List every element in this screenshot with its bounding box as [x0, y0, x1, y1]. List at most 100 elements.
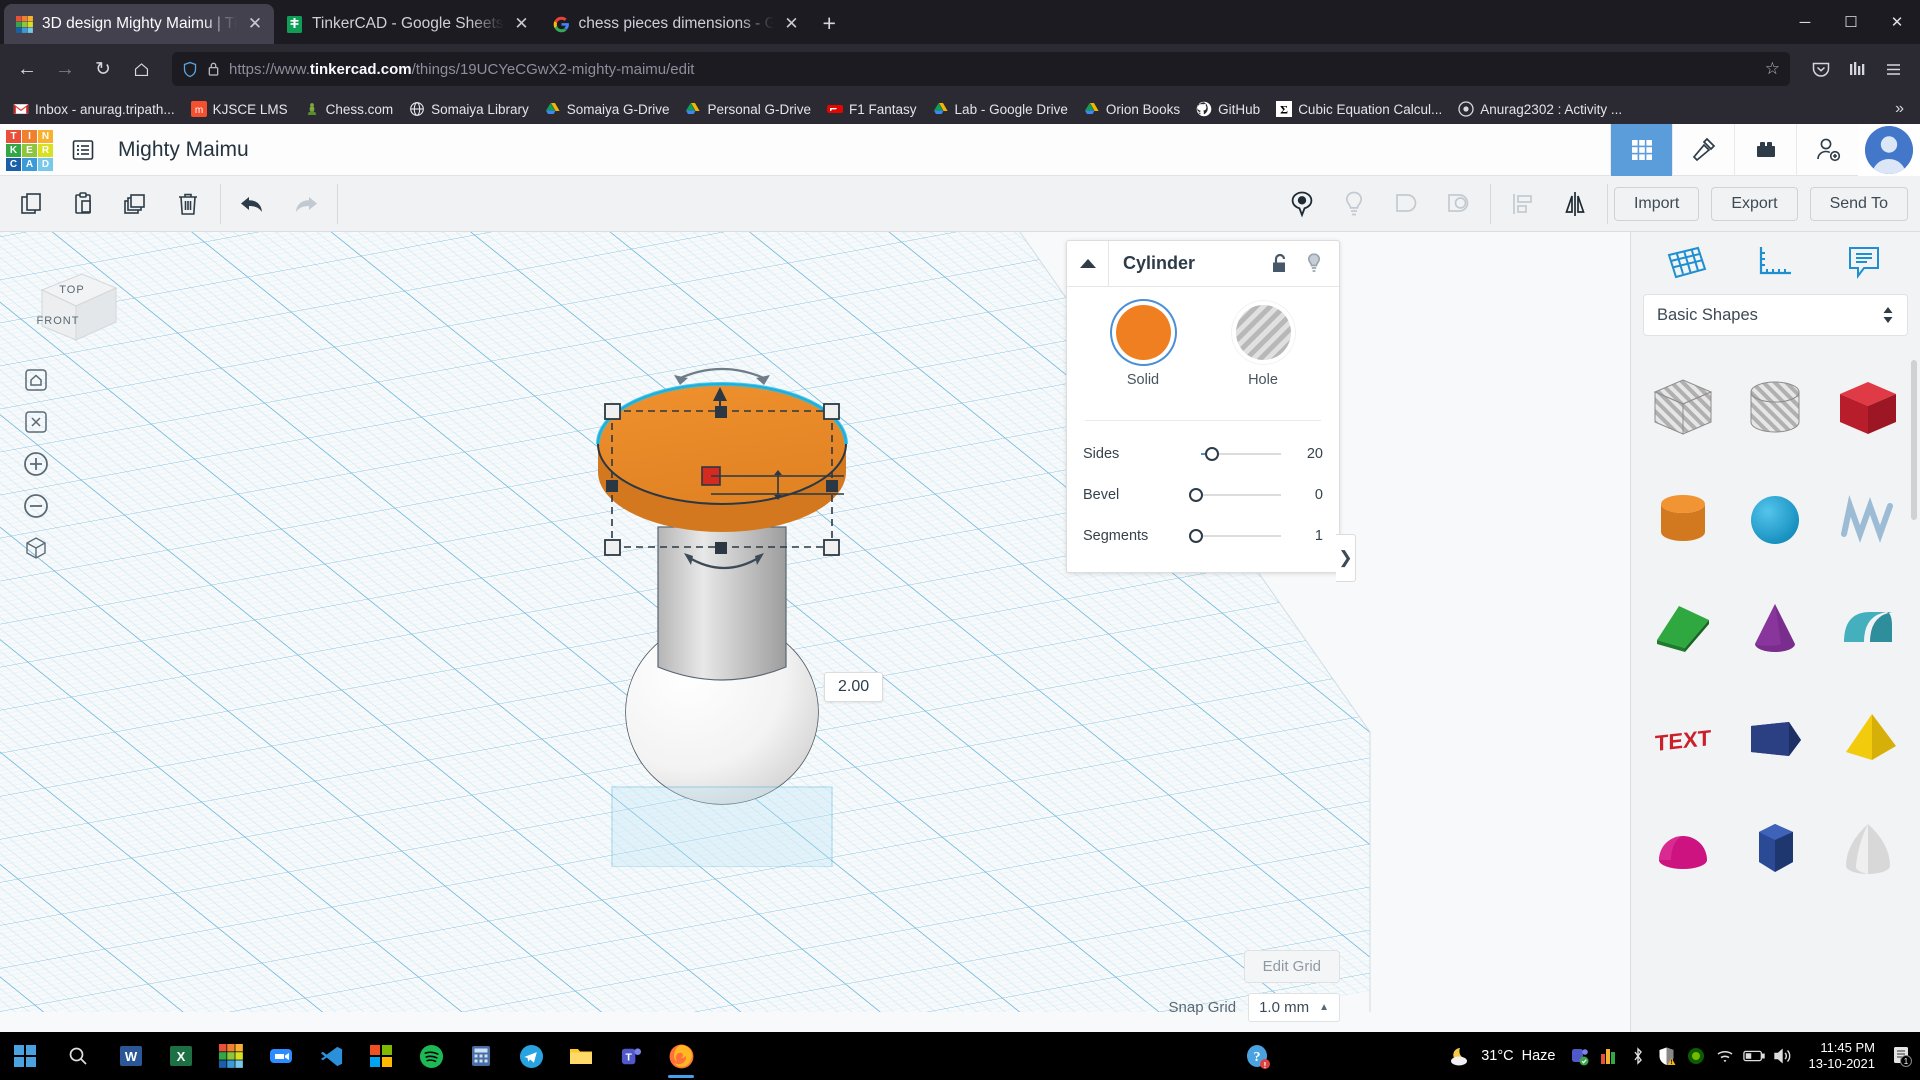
shapes-grid-icon[interactable] [1656, 238, 1718, 288]
3d-viewport[interactable]: TOP FRONT 2.00 Cylinder Solid Hole Sides… [0, 232, 1630, 1032]
notifications-icon[interactable]: 1 [1890, 1045, 1912, 1067]
undo-icon[interactable] [227, 176, 279, 232]
browser-tab-2[interactable]: chess pieces dimensions - Goog ✕ [541, 4, 811, 44]
ruler-icon[interactable] [1744, 238, 1806, 288]
add-person-icon[interactable] [1796, 124, 1858, 176]
wifi-icon[interactable] [1714, 1045, 1736, 1067]
browser-tab-1[interactable]: TinkerCAD - Google Sheets ✕ [274, 4, 541, 44]
minimize-button[interactable]: ─ [1782, 6, 1828, 38]
hole-option[interactable]: Hole [1217, 305, 1309, 388]
export-button[interactable]: Export [1711, 186, 1798, 221]
shape-item-hexagon-prism[interactable] [1729, 796, 1821, 900]
bookmark-item-0[interactable]: Inbox - anurag.tripath... [6, 98, 182, 120]
bookmark-item-7[interactable]: Lab - Google Drive [926, 98, 1075, 120]
bookmark-star-icon[interactable]: ☆ [1765, 59, 1780, 79]
shape-item-scribble[interactable] [1822, 466, 1914, 570]
bookmark-item-5[interactable]: Personal G-Drive [678, 98, 818, 120]
light-bulb-icon[interactable] [1297, 252, 1331, 276]
shape-item-wedge[interactable] [1637, 576, 1729, 680]
forward-button[interactable]: → [48, 52, 82, 86]
panel-expander-button[interactable]: ❯ [1336, 534, 1356, 582]
microsoft-store-icon[interactable] [356, 1032, 406, 1080]
shapes-list[interactable]: TEXT [1631, 346, 1920, 1032]
security-warning-icon[interactable]: ! [1656, 1045, 1678, 1067]
sides-slider[interactable] [1183, 446, 1289, 462]
address-bar[interactable]: https://www.tinkercad.com/things/19UCYeC… [172, 52, 1790, 86]
paste-icon[interactable] [58, 176, 110, 232]
hole-swatch[interactable] [1235, 305, 1291, 360]
tab-close-button[interactable]: ✕ [783, 14, 801, 34]
weather-widget[interactable]: 31°C Haze [1447, 1045, 1561, 1067]
bricks-icon[interactable] [1734, 124, 1796, 176]
workplane-icon[interactable] [1276, 176, 1328, 232]
zoom-in-icon[interactable] [18, 446, 54, 482]
list-menu-icon[interactable] [66, 133, 100, 167]
zoom-icon[interactable] [256, 1032, 306, 1080]
hamburger-menu-icon[interactable] [1876, 52, 1910, 86]
zoom-out-icon[interactable] [18, 488, 54, 524]
solid-option[interactable]: Solid [1097, 305, 1189, 388]
avatar[interactable] [1858, 124, 1920, 176]
tab-close-button[interactable]: ✕ [513, 14, 531, 34]
file-explorer-icon[interactable] [556, 1032, 606, 1080]
copy-icon[interactable] [6, 176, 58, 232]
bookmarks-overflow-button[interactable]: » [1885, 100, 1914, 118]
snap-grid-select[interactable]: 1.0 mm ▲ [1248, 993, 1340, 1022]
calculator-icon[interactable] [456, 1032, 506, 1080]
excel-icon[interactable]: X [156, 1032, 206, 1080]
group-icon[interactable] [1380, 176, 1432, 232]
tinkercad-logo[interactable]: T I N K E R C A D [6, 129, 54, 171]
windows-start-icon[interactable] [0, 1045, 50, 1067]
solid-color-swatch[interactable] [1115, 305, 1171, 360]
bookmark-item-9[interactable]: GitHub [1189, 98, 1267, 120]
segments-slider[interactable] [1183, 528, 1289, 544]
orthographic-view-icon[interactable] [18, 530, 54, 566]
bookmark-item-3[interactable]: Somaiya Library [402, 98, 536, 120]
tab-close-button[interactable]: ✕ [246, 14, 264, 34]
light-bulb-icon[interactable] [1328, 176, 1380, 232]
shape-item-roof[interactable] [1822, 576, 1914, 680]
volume-icon[interactable] [1772, 1045, 1794, 1067]
align-icon[interactable] [1497, 176, 1549, 232]
shape-item-paraboloid[interactable] [1822, 796, 1914, 900]
redo-icon[interactable] [279, 176, 331, 232]
selected-object-cylinder[interactable] [570, 367, 990, 867]
chart-tray-icon[interactable] [1598, 1045, 1620, 1067]
import-button[interactable]: Import [1613, 186, 1700, 221]
dimension-value-label[interactable]: 2.00 [824, 672, 884, 702]
notes-icon[interactable] [1833, 238, 1895, 288]
chevron-up-icon[interactable] [1067, 240, 1109, 287]
spotify-icon[interactable] [406, 1032, 456, 1080]
tinkercad-taskbar-icon[interactable] [206, 1032, 256, 1080]
teams-tray-icon[interactable] [1569, 1045, 1591, 1067]
help-question-icon[interactable]: ?! [1245, 1044, 1271, 1070]
bookmark-item-10[interactable]: Σ Cubic Equation Calcul... [1269, 98, 1449, 120]
bluetooth-icon[interactable] [1627, 1045, 1649, 1067]
shape-item-cone[interactable] [1729, 576, 1821, 680]
view-cube[interactable]: TOP FRONT [30, 260, 122, 348]
blocks-grid-icon[interactable] [1610, 124, 1672, 176]
shape-item-sphere[interactable] [1729, 466, 1821, 570]
shape-item-cylinder[interactable] [1637, 466, 1729, 570]
duplicate-icon[interactable] [110, 176, 162, 232]
bookmark-item-6[interactable]: F1 Fantasy [820, 98, 924, 120]
bevel-slider[interactable] [1183, 487, 1289, 503]
bookmark-item-4[interactable]: Somaiya G-Drive [538, 98, 677, 120]
bookmark-item-8[interactable]: Orion Books [1077, 98, 1187, 120]
firefox-icon[interactable] [656, 1032, 706, 1080]
reload-button[interactable]: ↻ [86, 52, 120, 86]
shape-item-half-sphere[interactable] [1637, 796, 1729, 900]
shape-item-box[interactable] [1822, 356, 1914, 460]
mirror-flip-icon[interactable] [1549, 176, 1601, 232]
fit-to-view-icon[interactable] [18, 404, 54, 440]
new-tab-button[interactable]: + [811, 4, 848, 44]
browser-tab-0[interactable]: 3D design Mighty Maimu | Tinke ✕ [4, 4, 274, 44]
edit-grid-button[interactable]: Edit Grid [1243, 950, 1340, 983]
maximize-button[interactable]: ☐ [1828, 6, 1874, 38]
bookmark-item-1[interactable]: m KJSCE LMS [184, 98, 295, 120]
shape-item-cylinder-hole[interactable] [1729, 356, 1821, 460]
shape-item-text[interactable]: TEXT [1637, 686, 1729, 790]
word-icon[interactable]: W [106, 1032, 156, 1080]
back-button[interactable]: ← [10, 52, 44, 86]
ungroup-icon[interactable] [1432, 176, 1484, 232]
